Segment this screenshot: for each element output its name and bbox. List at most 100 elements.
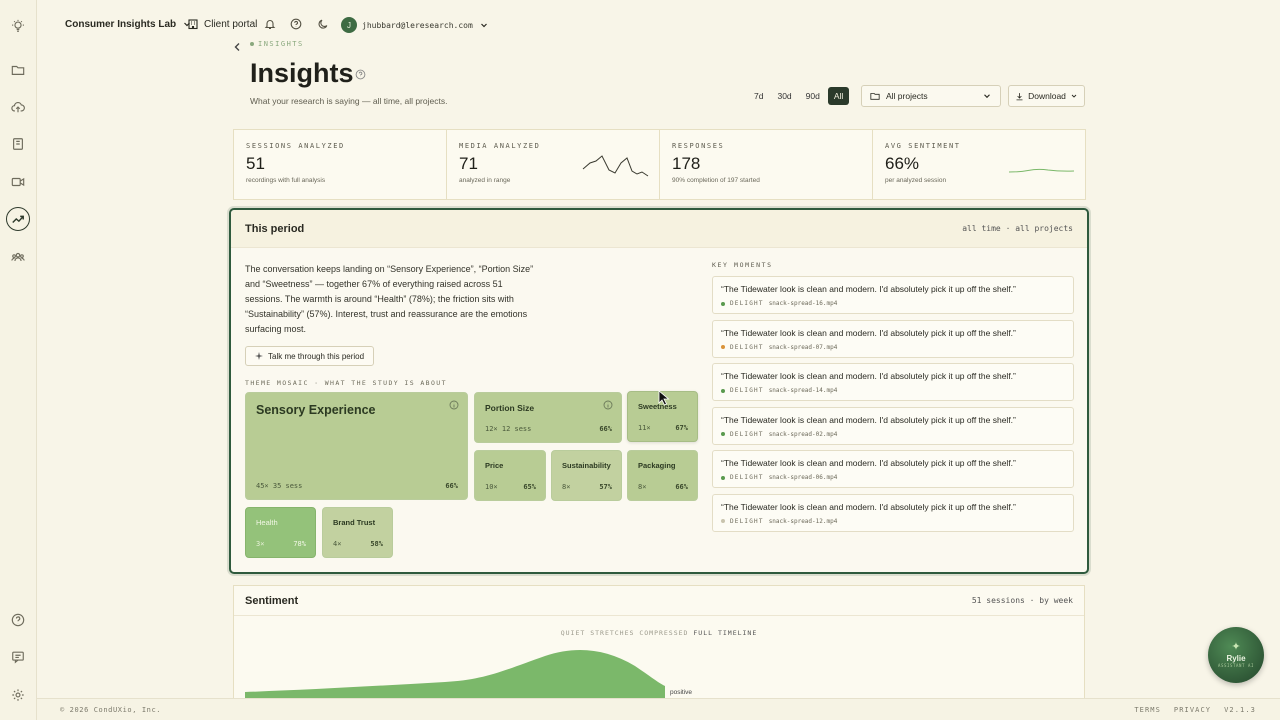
theme-meta: 12× 12 sess: [485, 425, 532, 433]
help-circle-icon[interactable]: [355, 67, 366, 80]
full-timeline-option[interactable]: FULL TIMELINE: [693, 629, 757, 637]
theme-tile-health[interactable]: Health 3× 78%: [245, 507, 316, 558]
building-icon: [188, 19, 198, 30]
user-email: jhubbard@leresearch.com: [362, 20, 473, 30]
theme-tile-portion-size[interactable]: Portion Size 12× 12 sess 66%: [474, 392, 622, 443]
key-moment-card[interactable]: “The Tidewater look is clean and modern.…: [712, 276, 1074, 314]
key-moment-card[interactable]: “The Tidewater look is clean and modern.…: [712, 319, 1074, 358]
rylie-assistant-button[interactable]: ✦ Rylie ASSISTANT AI: [1208, 627, 1264, 683]
chevron-down-icon: [984, 94, 990, 99]
sentiment-meta: 51 sessions · by week: [971, 596, 1073, 605]
dark-mode-moon-icon[interactable]: [317, 18, 329, 30]
theme-pct: 66%: [675, 483, 688, 491]
theme-name: Sustainability: [562, 461, 611, 470]
key-moment-file[interactable]: snack-spread-06.mp4: [769, 474, 838, 481]
settings-gear-icon[interactable]: [9, 686, 27, 704]
org-switcher[interactable]: Consumer Insights Lab: [65, 18, 193, 30]
theme-tile-sustainability[interactable]: Sustainability 8× 57%: [551, 450, 622, 501]
sentiment-area-chart: [245, 650, 665, 704]
chevron-down-icon: [480, 23, 487, 28]
project-select[interactable]: All projects: [861, 85, 1001, 107]
top-bar: Consumer Insights Lab Client portal J jh…: [37, 0, 1280, 50]
download-button[interactable]: Download: [1008, 85, 1085, 107]
quiet-stretches-option[interactable]: QUIET STRETCHES COMPRESSED: [561, 629, 689, 637]
theme-pct: 66%: [599, 425, 612, 433]
feedback-icon[interactable]: [9, 648, 27, 666]
stat-responses: RESPONSES 178 90% completion of 197 star…: [659, 129, 873, 200]
team-icon[interactable]: [9, 248, 27, 266]
chevron-down-icon: [1071, 94, 1077, 98]
client-portal-label: Client portal: [204, 18, 258, 30]
timeline-mode-toggle[interactable]: QUIET STRETCHES COMPRESSED FULL TIMELINE: [234, 629, 1084, 637]
range-90d[interactable]: 90d: [800, 87, 826, 105]
user-menu[interactable]: J jhubbard@leresearch.com: [341, 17, 490, 33]
info-icon[interactable]: [449, 400, 459, 410]
footer-links: TERMS PRIVACY V2.1.3: [1134, 706, 1256, 714]
bell-icon[interactable]: [264, 18, 276, 30]
key-moment-quote: “The Tidewater look is clean and modern.…: [721, 371, 1016, 381]
range-all[interactable]: All: [827, 87, 850, 105]
key-moment-file[interactable]: snack-spread-02.mp4: [769, 431, 838, 438]
avatar: J: [341, 17, 357, 33]
assistant-subtitle: ASSISTANT AI: [1217, 663, 1255, 668]
theme-name: Health: [256, 518, 278, 527]
key-moment-card[interactable]: “The Tidewater look is clean and modern.…: [712, 406, 1074, 445]
key-moment-quote: “The Tidewater look is clean and modern.…: [721, 458, 1016, 468]
question-icon[interactable]: [290, 18, 302, 30]
range-30d[interactable]: 30d: [771, 87, 797, 105]
key-moment-quote: “The Tidewater look is clean and modern.…: [721, 501, 1016, 512]
theme-tile-sensory-experience[interactable]: Sensory Experience 45× 35 sess 66%: [245, 392, 468, 500]
key-moment-file[interactable]: snack-spread-07.mp4: [769, 344, 838, 351]
key-moment-tag: DELIGHT: [730, 517, 764, 525]
insights-trend-icon[interactable]: [6, 207, 30, 231]
video-icon[interactable]: [9, 173, 27, 191]
help-icon[interactable]: [9, 611, 27, 629]
theme-pct: 66%: [445, 482, 458, 490]
theme-meta: 45× 35 sess: [256, 482, 303, 490]
info-icon[interactable]: [603, 400, 613, 410]
theme-name: Sensory Experience: [256, 403, 376, 417]
stat-media-analyzed: MEDIA ANALYZED 71 analyzed in range: [446, 129, 660, 200]
theme-tile-brand-trust[interactable]: Brand Trust 4× 58%: [322, 507, 393, 558]
theme-tile-packaging[interactable]: Packaging 8× 66%: [627, 450, 698, 501]
theme-mosaic-label: THEME MOSAIC · WHAT THE STUDY IS ABOUT: [245, 379, 447, 387]
theme-tile-price[interactable]: Price 10× 65%: [474, 450, 546, 501]
cloud-upload-icon[interactable]: [9, 98, 27, 116]
theme-pct: 78%: [293, 540, 306, 548]
stat-avg-sentiment: AVG SENTIMENT 66% per analyzed session: [872, 129, 1086, 200]
folder-icon[interactable]: [9, 61, 27, 79]
theme-name: Packaging: [638, 461, 676, 470]
range-7d[interactable]: 7d: [748, 87, 769, 105]
key-moment-quote: “The Tidewater look is clean and modern.…: [721, 414, 1016, 425]
mouse-cursor-icon: [658, 390, 670, 406]
key-moment-card[interactable]: “The Tidewater look is clean and modern.…: [712, 450, 1074, 488]
key-moment-file[interactable]: snack-spread-16.mp4: [769, 300, 838, 307]
key-moment-file[interactable]: snack-spread-14.mp4: [769, 387, 838, 394]
sentiment-title: Sentiment: [245, 594, 299, 607]
back-chevron-icon[interactable]: [233, 42, 242, 55]
key-moment-file[interactable]: snack-spread-12.mp4: [769, 518, 838, 525]
project-select-value: All projects: [886, 91, 928, 101]
theme-meta: 11×: [638, 424, 651, 432]
key-moment-meta: DELIGHT snack-spread-07.mp4: [721, 344, 1065, 351]
key-moment-tag: DELIGHT: [730, 343, 764, 351]
key-moment-card[interactable]: “The Tidewater look is clean and modern.…: [712, 363, 1074, 401]
client-portal-link[interactable]: Client portal: [187, 18, 257, 30]
lightbulb-icon[interactable]: [9, 17, 27, 35]
stat-value: 178: [672, 154, 701, 173]
stat-label: AVG SENTIMENT: [885, 142, 961, 150]
talk-through-button[interactable]: Talk me through this period: [245, 346, 375, 366]
sentiment-header: Sentiment 51 sessions · by week: [234, 586, 1084, 616]
stat-cards: SESSIONS ANALYZED 51 recordings with ful…: [233, 129, 1086, 200]
stat-note: analyzed in range: [459, 177, 511, 184]
stat-value: 51: [246, 154, 265, 173]
key-moment-card[interactable]: “The Tidewater look is clean and modern.…: [712, 493, 1074, 532]
sentiment-dot: [721, 475, 725, 480]
book-icon[interactable]: [9, 135, 27, 153]
key-moment-meta: DELIGHT snack-spread-02.mp4: [721, 431, 1065, 438]
privacy-link[interactable]: PRIVACY: [1174, 706, 1211, 714]
theme-meta: 10×: [485, 483, 498, 491]
terms-link[interactable]: TERMS: [1134, 706, 1161, 714]
key-moment-quote: “The Tidewater look is clean and modern.…: [721, 284, 1016, 294]
media-sparkline: [582, 155, 649, 177]
